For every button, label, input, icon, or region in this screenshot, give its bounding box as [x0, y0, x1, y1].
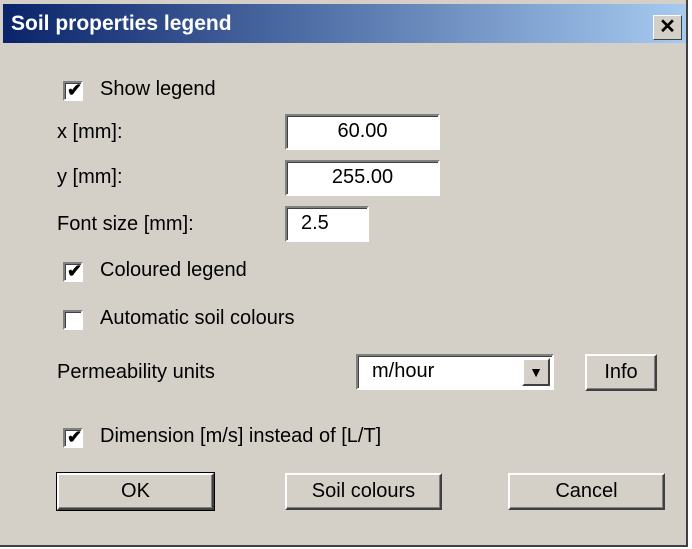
show-legend-label: Show legend — [100, 78, 216, 100]
x-input[interactable]: 60.00 — [285, 114, 440, 150]
ok-button[interactable]: OK — [56, 472, 215, 511]
cancel-button[interactable]: Cancel — [508, 473, 665, 510]
title-bar: Soil properties legend ✕ — [3, 4, 686, 43]
checkmark-icon: ✔ — [67, 261, 83, 281]
dimension-ms-checkbox[interactable]: ✔ — [63, 427, 83, 448]
font-size-input[interactable]: 2.5 — [285, 206, 369, 242]
info-button[interactable]: Info — [585, 354, 657, 391]
font-size-label: Font size [mm]: — [57, 213, 194, 235]
checkmark-icon: ✔ — [67, 80, 83, 100]
close-icon[interactable]: ✕ — [653, 15, 682, 40]
soil-colours-button[interactable]: Soil colours — [285, 473, 442, 510]
dimension-ms-label: Dimension [m/s] instead of [L/T] — [100, 425, 382, 447]
x-label: x [mm]: — [57, 121, 123, 143]
show-legend-checkbox[interactable]: ✔ — [63, 80, 83, 101]
checkmark-icon: ✔ — [67, 427, 83, 447]
coloured-legend-checkbox[interactable]: ✔ — [63, 261, 83, 282]
permeability-units-select[interactable]: m/hour ▼ — [356, 354, 554, 390]
permeability-units-label: Permeability units — [57, 361, 215, 383]
automatic-soil-colours-checkbox[interactable] — [63, 310, 83, 330]
soil-properties-legend-dialog: Soil properties legend ✕ ✔ Show legend x… — [0, 0, 688, 547]
permeability-units-value: m/hour — [372, 360, 435, 382]
y-input[interactable]: 255.00 — [285, 160, 440, 196]
y-label: y [mm]: — [57, 166, 123, 188]
coloured-legend-label: Coloured legend — [100, 259, 247, 281]
automatic-soil-colours-label: Automatic soil colours — [100, 307, 295, 329]
chevron-down-icon[interactable]: ▼ — [522, 358, 550, 386]
dialog-title: Soil properties legend — [11, 12, 232, 35]
